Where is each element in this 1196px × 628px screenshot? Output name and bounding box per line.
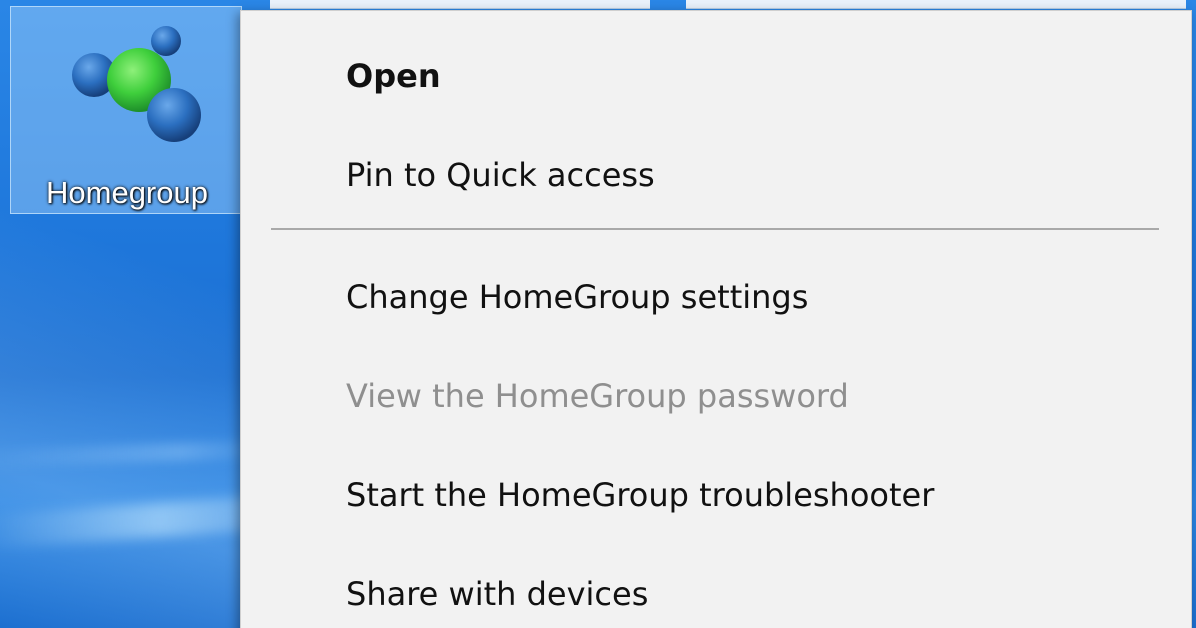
desktop-icon-label: Homegroup: [46, 175, 208, 210]
menu-item-pin-to-quick-access[interactable]: Pin to Quick access: [241, 145, 1191, 205]
menu-separator: [271, 228, 1159, 230]
context-menu: Open Pin to Quick access Change HomeGrou…: [240, 10, 1192, 628]
menu-item-view-homegroup-password: View the HomeGroup password: [346, 377, 849, 415]
menu-item-open[interactable]: Open: [241, 46, 1191, 106]
wallpaper-light-streak: [0, 494, 281, 550]
wallpaper-light-streak: [0, 439, 271, 469]
menu-item-start-troubleshooter[interactable]: Start the HomeGroup troubleshooter: [241, 465, 1191, 525]
homegroup-icon: [72, 26, 201, 142]
menu-item-change-homegroup-settings[interactable]: Change HomeGroup settings: [241, 267, 1191, 327]
desktop-icon-homegroup[interactable]: Homegroup: [10, 6, 242, 214]
background-window-edge: [270, 0, 650, 9]
menu-item-share-with-devices[interactable]: Share with devices: [241, 564, 1191, 624]
background-window-edge: [686, 0, 1186, 9]
